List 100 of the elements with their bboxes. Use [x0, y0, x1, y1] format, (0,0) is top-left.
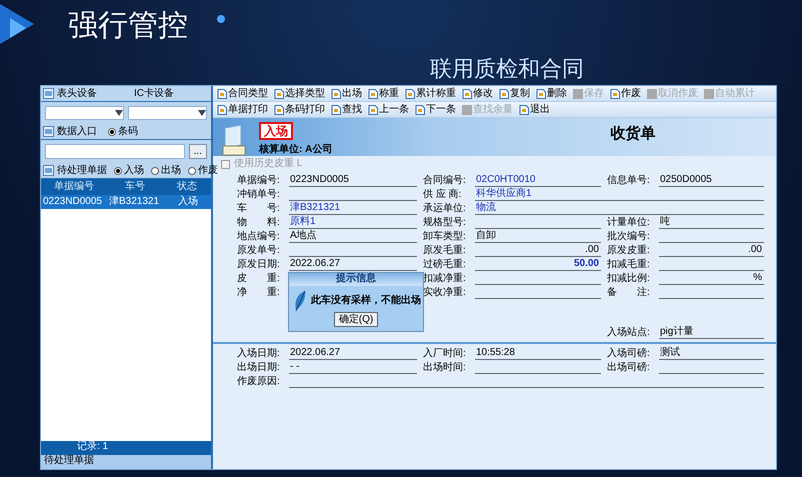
- square-icon: [573, 88, 583, 98]
- field-label: 原发日期:: [237, 259, 281, 271]
- toolbar-button[interactable]: 上一条: [367, 104, 410, 116]
- input-field[interactable]: 50.00: [475, 258, 601, 271]
- field-label: 出场日期:: [237, 362, 281, 374]
- square-icon: [462, 104, 472, 114]
- input-field[interactable]: 自卸: [475, 230, 601, 243]
- column-header[interactable]: 单据编号: [41, 181, 107, 193]
- input-field[interactable]: A地点: [289, 230, 417, 243]
- field-label: 冲销单号:: [237, 189, 281, 201]
- field-label: 供 应 商:: [423, 189, 462, 201]
- field-label: 承运单位:: [423, 203, 467, 215]
- column-header[interactable]: 车号: [107, 181, 163, 193]
- toolbar-button[interactable]: 条码打印: [273, 104, 326, 116]
- ok-button[interactable]: 确定(Q): [334, 312, 378, 327]
- input-field[interactable]: pig计量: [659, 326, 764, 339]
- input-field[interactable]: .00: [475, 244, 601, 257]
- field-label: 皮 重:: [237, 273, 281, 285]
- input-field[interactable]: 02C0HT0010: [475, 174, 601, 187]
- input-field[interactable]: 津B321321: [289, 202, 417, 215]
- checkbox-label: 使用历史皮重 L: [234, 158, 302, 170]
- document-icon: [368, 88, 378, 98]
- table-row[interactable]: 0223ND0005 津B321321 入场: [41, 195, 211, 209]
- field-label: 备 注:: [607, 287, 651, 299]
- input-field[interactable]: 0250D0005: [659, 174, 764, 187]
- toolbar-button[interactable]: 退出: [518, 104, 551, 116]
- toolbar-button[interactable]: 复制: [498, 88, 531, 100]
- toolbar-button[interactable]: 查找: [330, 104, 363, 116]
- browse-button[interactable]: ...: [188, 144, 207, 159]
- field-label: 扣减毛重:: [607, 259, 651, 271]
- field-label: 卸车类型:: [423, 231, 467, 243]
- toolbar-button[interactable]: 单据打印: [216, 104, 269, 116]
- input-field[interactable]: [45, 144, 185, 159]
- feather-icon: [293, 290, 307, 312]
- caret-icon: [198, 110, 206, 116]
- window-icon: [43, 165, 54, 176]
- table-cell-text: 0223ND0005: [42, 196, 103, 208]
- table-cell-text: 津B321321: [108, 196, 160, 208]
- input-field[interactable]: 科华供应商1: [475, 188, 764, 201]
- dropdown-field[interactable]: [45, 106, 124, 120]
- toolbar-button[interactable]: 称重: [367, 88, 400, 100]
- toolbar-button[interactable]: 出场: [330, 88, 363, 100]
- column-header[interactable]: 状态: [163, 181, 211, 193]
- toolbar-button[interactable]: 累计称重: [404, 88, 457, 100]
- square-icon: [704, 88, 714, 98]
- input-field[interactable]: 10:55:28: [475, 347, 601, 360]
- radio-option[interactable]: 入场: [114, 164, 144, 176]
- field-label: 单据编号:: [237, 175, 281, 187]
- toolbar-button[interactable]: 合同类型: [216, 88, 269, 100]
- field-label: 扣减比例:: [607, 273, 651, 285]
- radio-option[interactable]: 出场: [151, 164, 181, 176]
- field-label: 批次编号:: [607, 231, 651, 243]
- field-label: 数据入口: [57, 126, 97, 138]
- field-label: 实收净重:: [423, 287, 467, 299]
- field-label: 入厂时间:: [423, 348, 467, 360]
- input-field[interactable]: 2022.06.27: [289, 258, 417, 271]
- document-icon: [519, 104, 529, 114]
- input-field[interactable]: 测试: [659, 347, 764, 360]
- field-label: 物 料:: [237, 217, 281, 229]
- field-label: 入场站点:: [607, 327, 651, 339]
- radio-option[interactable]: 条码: [108, 126, 138, 138]
- field-label: 规格型号:: [423, 217, 467, 229]
- document-icon: [499, 88, 509, 98]
- field-label: 信息单号:: [607, 175, 651, 187]
- toolbar-button[interactable]: 选择类型: [273, 88, 326, 100]
- table-cell-text: 入场: [177, 196, 199, 208]
- unit-label: 核算单位: A公司: [259, 144, 332, 156]
- input-field[interactable]: 原料1: [289, 216, 417, 229]
- toolbar-button[interactable]: 下一条: [414, 104, 457, 116]
- record-count: 记录: 1: [41, 441, 211, 455]
- dropdown-field[interactable]: [128, 106, 207, 120]
- field-label: IC卡设备: [134, 88, 174, 100]
- document-icon: [331, 104, 341, 114]
- document-icon: [274, 104, 284, 114]
- input-field[interactable]: 物流: [475, 202, 764, 215]
- field-label: 待处理单据: [57, 164, 107, 176]
- field-label: 原发皮重:: [607, 245, 651, 257]
- toolbar-button[interactable]: 修改: [461, 88, 494, 100]
- toolbar-button[interactable]: 删除: [535, 88, 568, 100]
- input-field[interactable]: 0223ND0005: [289, 174, 417, 187]
- document-icon: [462, 88, 472, 98]
- input-field[interactable]: - -: [289, 361, 417, 374]
- field-label: 计量单位:: [607, 217, 651, 229]
- document-icon: [368, 104, 378, 114]
- document-icon: [217, 104, 227, 114]
- input-field[interactable]: 吨: [659, 216, 764, 229]
- input-field[interactable]: .00: [659, 244, 764, 257]
- field-label: 作废原因:: [237, 376, 281, 388]
- dialog-message: 此车没有采样，不能出场: [311, 295, 421, 307]
- input-field[interactable]: %: [659, 272, 764, 285]
- toolbar-button[interactable]: 作废: [609, 88, 642, 100]
- field-label: 净 重:: [237, 287, 281, 299]
- dialog-title: 提示信息: [289, 273, 423, 286]
- document-icon: [536, 88, 546, 98]
- document-icon: [331, 88, 341, 98]
- document-icon: [405, 88, 415, 98]
- window-icon: [43, 126, 54, 137]
- input-field[interactable]: 2022.06.27: [289, 347, 417, 360]
- slide-title: 强行管控: [68, 8, 188, 44]
- field-label: 地点编号:: [237, 231, 281, 243]
